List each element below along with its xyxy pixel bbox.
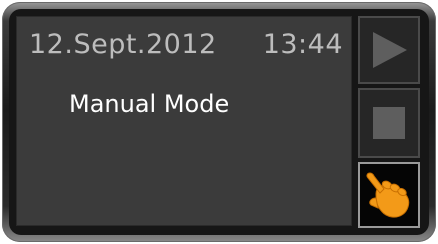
status-display: 12.Sept.2012 13:44 Manual Mode [16,16,352,226]
play-icon [373,32,407,68]
manual-mode-button[interactable] [358,162,420,228]
stop-button[interactable] [358,88,420,158]
hand-pointer-icon [366,172,410,218]
mode-label: Manual Mode [69,90,230,118]
stop-icon [373,107,405,139]
play-button[interactable] [358,16,420,84]
time-readout: 13:44 [262,29,343,60]
date-readout: 12.Sept.2012 [29,29,217,60]
